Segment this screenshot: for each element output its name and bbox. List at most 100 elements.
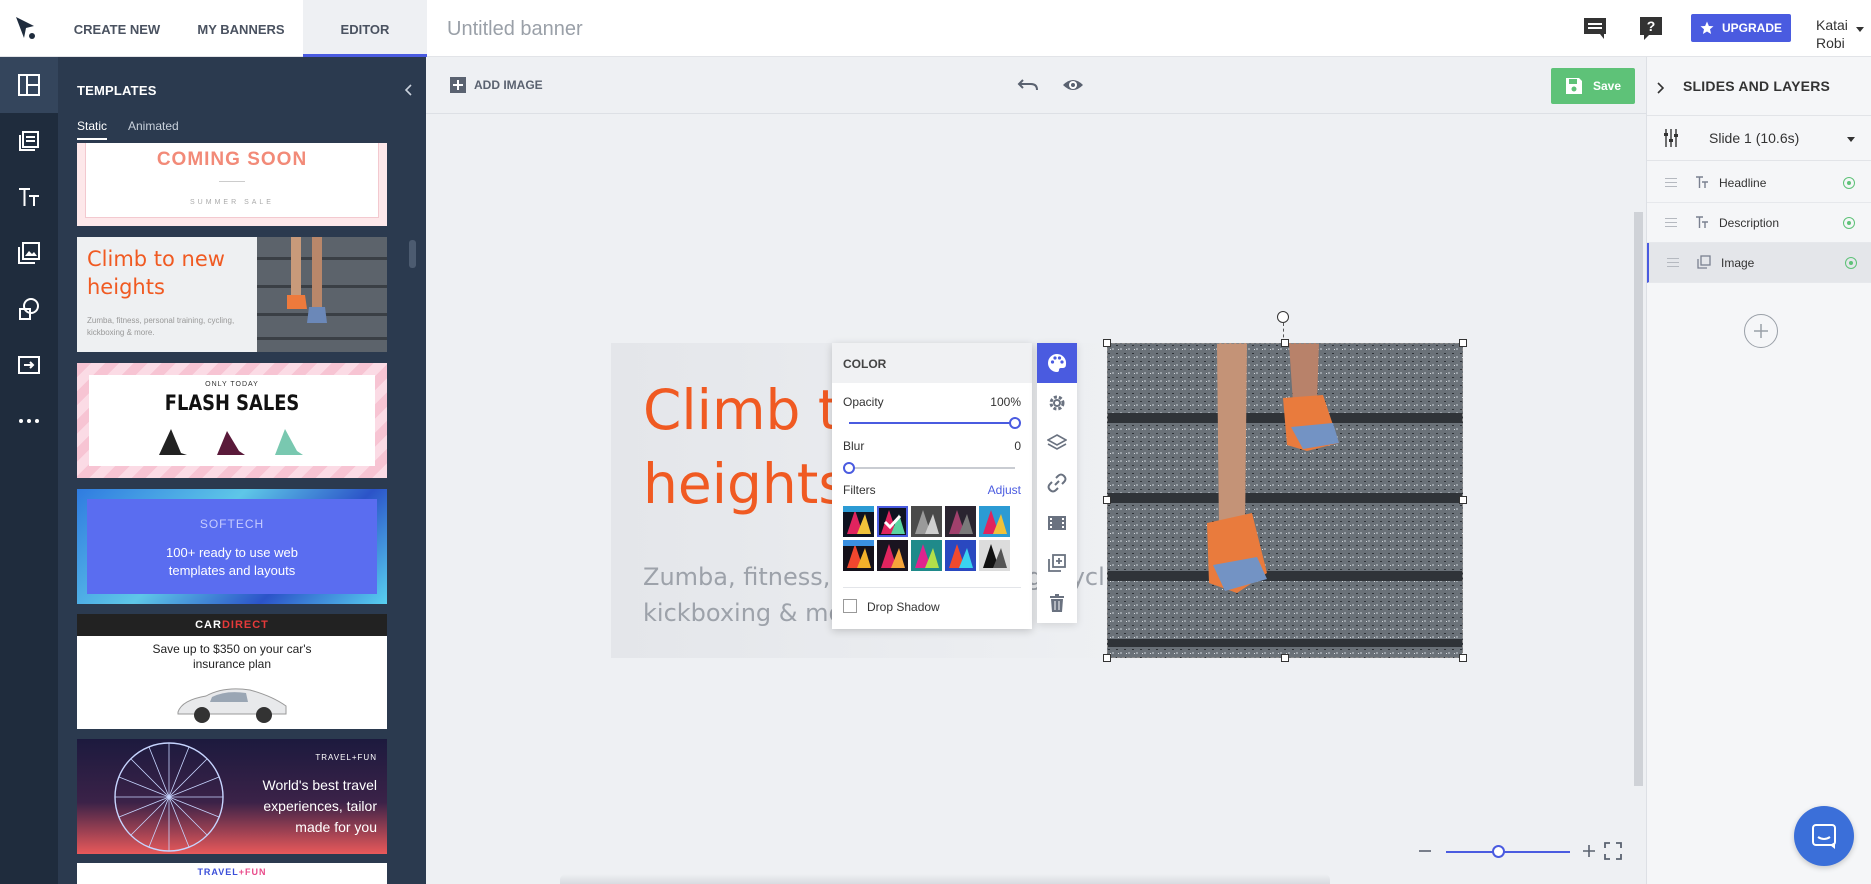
card-sub: SUMMER SALE: [190, 199, 274, 206]
app-logo-icon[interactable]: [12, 14, 40, 42]
expand-panel-icon[interactable]: [1656, 81, 1665, 99]
template-card[interactable]: CARDIRECT Save up to $350 on your car's …: [77, 614, 387, 729]
image-icon: [18, 242, 40, 264]
save-button[interactable]: Save: [1551, 68, 1635, 104]
filter-swatch[interactable]: [945, 540, 976, 571]
collapse-panel-icon[interactable]: [404, 83, 413, 101]
opacity-slider[interactable]: [849, 417, 1021, 429]
add-image-button[interactable]: ADD IMAGE: [450, 77, 543, 93]
layer-item-image[interactable]: Image: [1647, 243, 1871, 283]
template-card[interactable]: Climb to new heights Zumba, fitness, per…: [77, 237, 387, 352]
blur-slider[interactable]: [843, 462, 1015, 474]
drag-handle-icon[interactable]: [1667, 258, 1679, 270]
layer-item-description[interactable]: Description: [1647, 203, 1871, 243]
fit-to-screen-icon[interactable]: [1604, 842, 1622, 865]
filter-swatch[interactable]: [979, 506, 1010, 537]
resize-handle-s[interactable]: [1281, 654, 1289, 662]
settings-tool[interactable]: [1037, 383, 1077, 423]
resize-handle-sw[interactable]: [1103, 654, 1111, 662]
filter-swatch[interactable]: [945, 506, 976, 537]
link-tool[interactable]: [1037, 463, 1077, 503]
user-menu-caret-icon[interactable]: [1856, 27, 1864, 32]
stairs-thumbnail: [257, 237, 387, 352]
rail-images[interactable]: [0, 225, 58, 281]
adjust-link[interactable]: Adjust: [988, 483, 1021, 497]
resize-handle-e[interactable]: [1459, 496, 1467, 504]
layer-order-tool[interactable]: [1037, 423, 1077, 463]
resize-handle-ne[interactable]: [1459, 339, 1467, 347]
template-card[interactable]: TRAVEL+FUN World's best travel experienc…: [77, 739, 387, 854]
visibility-toggle-icon[interactable]: [1843, 177, 1855, 189]
duplicate-tool[interactable]: [1037, 543, 1077, 583]
resize-handle-se[interactable]: [1459, 654, 1467, 662]
resize-handle-w[interactable]: [1103, 496, 1111, 504]
drop-shadow-checkbox[interactable]: [843, 599, 857, 613]
template-card[interactable]: SOFTECH 100+ ready to use web templates …: [77, 489, 387, 604]
tab-create-new[interactable]: CREATE NEW: [64, 0, 170, 57]
slide-dropdown-caret-icon[interactable]: [1847, 137, 1855, 142]
card-sub: Zumba, fitness, personal training, cycli…: [87, 316, 235, 337]
visibility-toggle-icon[interactable]: [1845, 257, 1857, 269]
upgrade-button[interactable]: UPGRADE: [1691, 14, 1791, 42]
delete-tool[interactable]: [1037, 583, 1077, 623]
slide-selector[interactable]: Slide 1 (10.6s): [1647, 115, 1871, 161]
slide-label: Slide 1 (10.6s): [1709, 130, 1800, 146]
add-slide-button[interactable]: [1744, 314, 1778, 348]
canvas-scrollbar[interactable]: [1634, 212, 1643, 786]
slide-settings-icon[interactable]: [1663, 129, 1679, 152]
star-icon: [1700, 21, 1714, 34]
layer-item-headline[interactable]: Headline: [1647, 163, 1871, 203]
resize-handle-n[interactable]: [1281, 339, 1289, 347]
filter-swatch[interactable]: [877, 540, 908, 571]
user-menu[interactable]: Katai Robi: [1816, 16, 1848, 52]
rail-more[interactable]: [0, 393, 58, 449]
templates-scrollbar[interactable]: [409, 240, 416, 268]
color-palette-tool[interactable]: [1037, 343, 1077, 383]
blur-slider-knob[interactable]: [843, 462, 855, 474]
template-card[interactable]: COMING SOON SUMMER SALE: [77, 143, 387, 226]
help-icon[interactable]: ?: [1638, 15, 1664, 41]
zoom-out-icon[interactable]: [1418, 844, 1432, 863]
shoes-illustration: [159, 429, 303, 455]
visibility-toggle-icon[interactable]: [1843, 217, 1855, 229]
rail-text[interactable]: [0, 169, 58, 225]
filter-swatch[interactable]: [911, 506, 942, 537]
zoom-slider[interactable]: [1446, 851, 1570, 853]
preview-eye-icon[interactable]: [1062, 77, 1084, 98]
tab-editor[interactable]: EDITOR: [303, 0, 427, 57]
opacity-label: Opacity: [843, 395, 884, 409]
rail-backgrounds[interactable]: [0, 113, 58, 169]
rail-shapes[interactable]: [0, 281, 58, 337]
brand-part-a: CAR: [195, 619, 222, 631]
rail-templates[interactable]: [0, 57, 58, 113]
document-title[interactable]: Untitled banner: [447, 0, 583, 57]
comments-icon[interactable]: [1582, 15, 1608, 41]
blur-label: Blur: [843, 439, 865, 453]
filter-swatch[interactable]: [911, 540, 942, 571]
zoom-in-icon[interactable]: [1582, 844, 1596, 863]
rotate-handle[interactable]: [1277, 311, 1289, 323]
filter-swatch[interactable]: [843, 540, 874, 571]
filter-swatch[interactable]: [979, 540, 1010, 571]
drag-handle-icon[interactable]: [1665, 178, 1677, 190]
tab-my-banners[interactable]: MY BANNERS: [186, 0, 296, 57]
chat-support-button[interactable]: [1794, 806, 1854, 866]
banner-image[interactable]: [1107, 343, 1463, 658]
layers-title: SLIDES AND LAYERS: [1683, 78, 1831, 94]
opacity-slider-knob[interactable]: [1009, 417, 1021, 429]
resize-handle-nw[interactable]: [1103, 339, 1111, 347]
zoom-slider-knob[interactable]: [1492, 845, 1506, 858]
tab-static[interactable]: Static: [77, 119, 108, 140]
template-card[interactable]: TRAVEL+FUN: [77, 863, 387, 884]
template-card[interactable]: ONLY TODAY FLASH SALES: [77, 363, 387, 478]
opacity-value: 100%: [990, 395, 1021, 409]
filter-swatch-selected[interactable]: [877, 506, 908, 537]
animation-tool[interactable]: [1037, 503, 1077, 543]
tab-animated[interactable]: Animated: [128, 119, 179, 138]
filters-grid: [843, 506, 1023, 571]
drag-handle-icon[interactable]: [1665, 218, 1677, 230]
rail-buttons[interactable]: [0, 337, 58, 393]
filter-swatch[interactable]: [843, 506, 874, 537]
blur-value: 0: [1014, 439, 1021, 453]
undo-icon[interactable]: [1017, 77, 1039, 98]
